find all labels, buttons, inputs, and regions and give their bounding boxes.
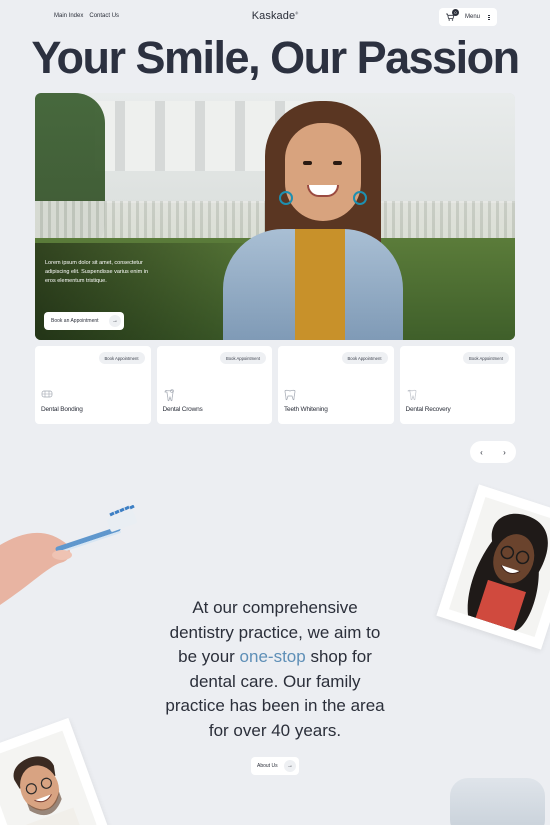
menu-button[interactable]: 0 Menu (439, 8, 497, 26)
service-label: Dental Crowns (162, 406, 203, 413)
service-label: Dental Recovery (405, 406, 451, 413)
book-appointment-label: Book an Appointment (51, 318, 99, 324)
card-book-button[interactable]: Book Appointment (463, 352, 509, 364)
mission-line: for over 40 years. (208, 720, 342, 740)
card-book-button[interactable]: Book Appointment (98, 352, 145, 364)
mission-line: dental care. Our family (189, 671, 361, 691)
carousel-pager: ‹ › (470, 441, 516, 463)
mission-line: dentistry practice, we aim to (169, 622, 381, 642)
hamburger-icon (488, 14, 490, 20)
hero-description: Lorem ipsum dolor sit amet, consectetur … (45, 260, 149, 284)
service-card-dental-crowns[interactable]: Book Appointment Dental Crowns (156, 346, 272, 424)
tooth-whitening-icon (284, 389, 296, 401)
hero-title: Your Smile, Our Passion (31, 32, 520, 83)
book-appointment-button[interactable]: Book an Appointment → (44, 312, 124, 330)
service-card-teeth-whitening[interactable]: Book Appointment Teeth Whitening (278, 346, 394, 424)
chevron-right-icon[interactable]: › (503, 448, 506, 457)
about-us-button[interactable]: About Us → (251, 757, 299, 775)
mission-statement: At our comprehensive dentistry practice,… (0, 596, 550, 743)
cart-count-badge: 0 (452, 9, 459, 16)
service-cards: Book Appointment Dental Bonding Book App… (35, 346, 515, 424)
toothbrush-hand-image (0, 505, 137, 605)
mission-line: be your one-stop shop for (178, 647, 372, 666)
menu-label: Menu (465, 14, 481, 20)
chevron-left-icon[interactable]: ‹ (480, 448, 483, 457)
arrow-right-icon: → (284, 760, 296, 772)
card-book-button[interactable]: Book Appointment (220, 352, 266, 364)
service-label: Teeth Whitening (284, 406, 328, 413)
hero-image: Lorem ipsum dolor sit amet, consectetur … (35, 93, 515, 340)
tooth-crown-icon (163, 389, 175, 402)
mission-line: practice has been in the area (165, 696, 385, 715)
service-card-dental-bonding[interactable]: Book Appointment Dental Bonding (35, 346, 151, 424)
card-book-button[interactable]: Book Appointment (341, 352, 388, 364)
arrow-right-icon: → (109, 315, 121, 327)
mission-line: At our comprehensive (192, 598, 358, 617)
tooth-recovery-icon (406, 389, 418, 401)
tooth-bonding-icon (41, 389, 53, 401)
service-label: Dental Bonding (41, 406, 83, 413)
decorative-shape (450, 778, 545, 825)
smiling-woman-photo (223, 101, 423, 340)
about-us-label: About Us (257, 763, 278, 769)
cart-icon[interactable]: 0 (446, 9, 459, 22)
one-stop-highlight: one-stop (239, 647, 306, 666)
service-card-dental-recovery[interactable]: Book Appointment Dental Recovery (399, 346, 515, 424)
top-nav: Main Index Contact Us Kaskade® 0 Menu (0, 8, 550, 26)
